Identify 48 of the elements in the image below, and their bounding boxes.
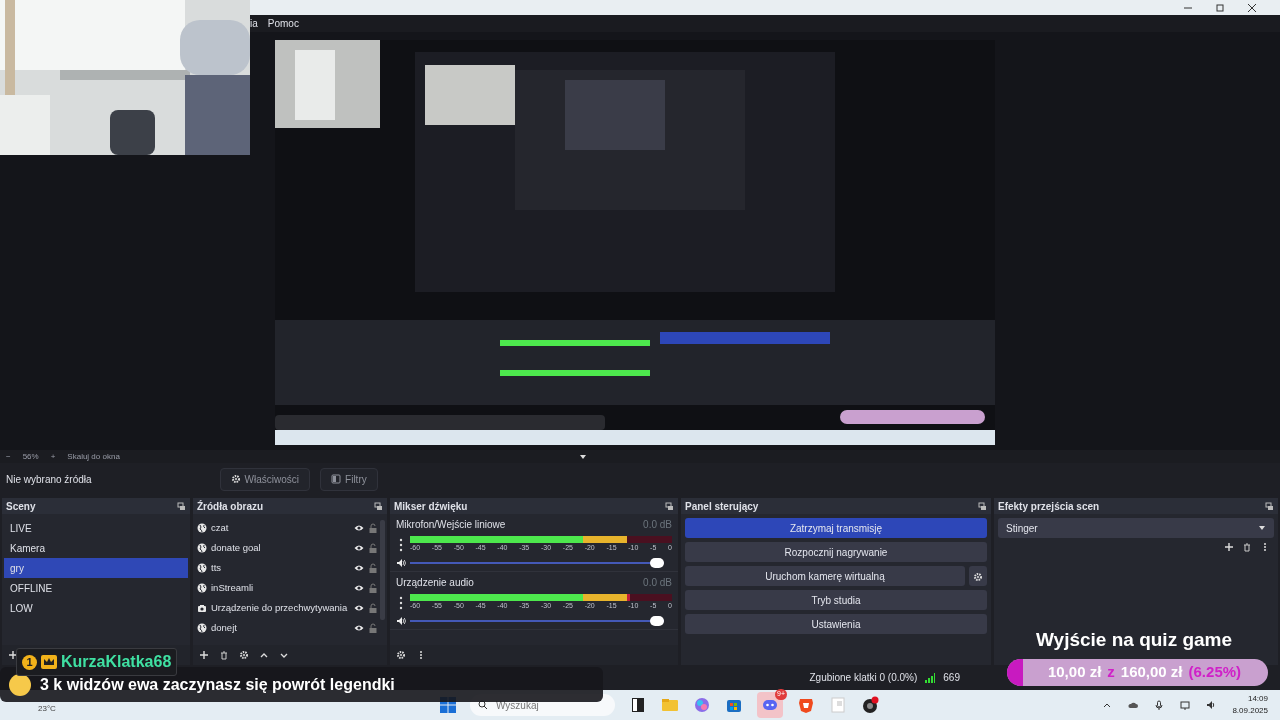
- goal-amount: 10,00 zł: [1047, 662, 1102, 683]
- volume-reading: 0.0 dB: [643, 518, 672, 532]
- goal-title: Wyjście na quiz game: [1036, 628, 1233, 652]
- clock-time[interactable]: 14:09: [1247, 693, 1268, 705]
- source-label: donate goal: [211, 540, 262, 555]
- menu-item[interactable]: ia: [250, 16, 258, 31]
- dock-title: Źródła obrazu: [197, 499, 264, 514]
- temperature: 23°C: [38, 703, 56, 715]
- dock-title: Sceny: [6, 499, 36, 514]
- control-button[interactable]: Zatrzymaj transmisję: [685, 518, 987, 538]
- source-label: czat: [211, 520, 230, 535]
- menu-item[interactable]: Pomoc: [267, 16, 299, 31]
- zoom-level: 56%: [22, 450, 39, 463]
- goal-percent: (6.25%): [1188, 662, 1242, 683]
- control-button[interactable]: Ustawienia: [685, 614, 987, 634]
- transition-dropdown[interactable]: Stinger: [998, 518, 1274, 538]
- source-label: donejt: [211, 620, 238, 635]
- source-label: tts: [211, 560, 223, 575]
- volume-reading: 0.0 dB: [643, 576, 672, 590]
- scene-item[interactable]: LIVE: [4, 518, 188, 538]
- goal-target: 160,00 zł: [1120, 662, 1183, 683]
- scene-item[interactable]: LOW: [4, 598, 188, 618]
- channel-name: Urządzenie audio: [396, 576, 474, 590]
- dock-title: Panel sterujący: [685, 499, 759, 514]
- no-source-label: Nie wybrano źródła: [6, 472, 92, 487]
- message-text: 3 k widzów ewa zaczynasz się powrót legendki: [40, 674, 395, 695]
- goal-separator: z: [1107, 662, 1115, 683]
- username: KurzaKlatka68: [61, 652, 172, 672]
- filters-button[interactable]: Filtry: [320, 467, 378, 491]
- scene-item[interactable]: gry: [4, 558, 188, 578]
- bitrate: 669: [943, 671, 960, 685]
- clock-date[interactable]: 8.09.2025: [1232, 705, 1268, 717]
- scale-mode-dropdown[interactable]: Skaluj do okna: [67, 450, 588, 463]
- source-label: Urządzenie do przechwytywania: [211, 600, 349, 615]
- control-button[interactable]: Tryb studia: [685, 590, 987, 610]
- scene-item[interactable]: Kamera: [4, 538, 188, 558]
- channel-name: Mikrofon/Wejście liniowe: [396, 518, 506, 532]
- control-button[interactable]: Uruchom kamerę wirtualną: [685, 566, 965, 586]
- dock-title: Efekty przejścia scen: [998, 499, 1100, 514]
- zoom-in-button[interactable]: +: [50, 450, 56, 463]
- rank-badge: 1: [22, 654, 37, 670]
- source-label: inStreamli: [211, 580, 255, 595]
- scene-item[interactable]: OFFLINE: [4, 578, 188, 598]
- control-button[interactable]: Rozpocznij nagrywanie: [685, 542, 987, 562]
- zoom-out-button[interactable]: −: [6, 450, 11, 463]
- properties-button[interactable]: Właściwości: [219, 467, 311, 491]
- dropped-frames: Zgubione klatki 0 (0.0%): [809, 670, 918, 685]
- dock-title: Mikser dźwięku: [394, 499, 468, 514]
